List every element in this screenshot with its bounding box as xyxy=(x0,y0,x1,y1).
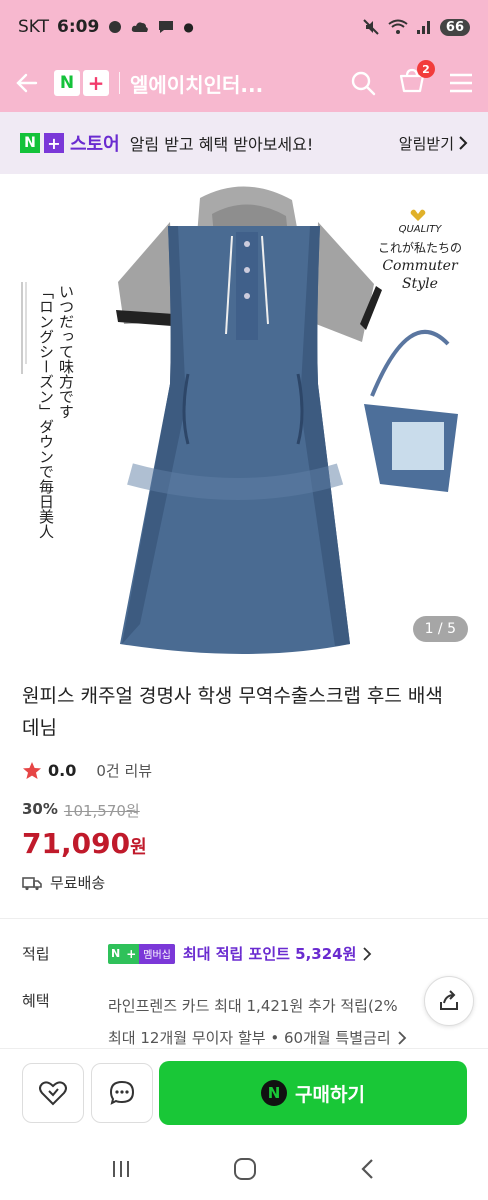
battery-badge: 66 xyxy=(439,18,470,36)
membership-badge: N + 멤버십 xyxy=(108,943,175,964)
mute-icon xyxy=(363,19,379,35)
menu-icon[interactable] xyxy=(448,72,474,94)
signal-icon xyxy=(416,21,430,34)
status-bar: SKT 6:09 ● 66 xyxy=(0,0,488,54)
chevron-right-icon xyxy=(459,136,468,150)
image-text-quality: QUALITY xyxy=(399,224,443,235)
app-header: N + 엘에이치인터... 2 xyxy=(0,54,488,112)
subscribe-alerts-button[interactable]: 알림받기 xyxy=(399,133,468,154)
wishlist-button[interactable] xyxy=(22,1063,84,1123)
naver-store-logo: N + 스토어 xyxy=(20,130,120,156)
cloud-icon xyxy=(132,22,149,32)
benefit-line-1: 라인프렌즈 카드 최대 1,421원 추가 적립(2% xyxy=(108,997,398,1015)
store-logo-plus: + xyxy=(44,133,64,153)
cart-button[interactable]: 2 xyxy=(398,60,435,98)
image-text-style: Style xyxy=(402,276,438,292)
search-icon[interactable] xyxy=(350,70,376,96)
review-count[interactable]: 0건 리뷰 xyxy=(96,760,152,781)
rating-score: 0.0 xyxy=(48,761,77,780)
more-dot-icon: ● xyxy=(183,20,194,34)
price-block: 30% 101,570원 71,090원 xyxy=(22,800,147,860)
chat-icon xyxy=(109,1080,135,1105)
rating-summary[interactable]: 0.0 0건 리뷰 xyxy=(22,760,152,781)
nplus-logo[interactable]: N + xyxy=(54,70,109,96)
section-divider xyxy=(0,918,488,919)
system-navigation-bar xyxy=(0,1138,488,1200)
recent-apps-icon[interactable] xyxy=(110,1158,132,1180)
points-label: 적립 xyxy=(22,945,50,963)
heart-icon xyxy=(39,1081,67,1106)
message-icon xyxy=(159,21,174,33)
chevron-right-icon xyxy=(363,946,372,961)
store-brand-name: 스토어 xyxy=(70,134,120,155)
sale-price: 71,090원 xyxy=(22,827,147,860)
star-icon xyxy=(23,761,41,779)
sale-price-unit: 원 xyxy=(130,837,147,858)
subscribe-label: 알림받기 xyxy=(398,134,454,153)
chevron-right-icon xyxy=(398,1031,406,1045)
image-text-commuter: Commuter xyxy=(382,258,459,274)
logo-plus: + xyxy=(83,70,109,96)
image-text-vertical-1: いつだって味方です xyxy=(57,284,75,419)
shipping-label: 무료배송 xyxy=(50,874,106,892)
notification-icon xyxy=(109,21,122,33)
share-button[interactable] xyxy=(424,976,474,1026)
product-name: 원피스 캐주얼 경명사 학생 무역수출스크랩 후드 배색 데님 xyxy=(22,685,443,739)
product-image-carousel[interactable]: いつだって味方です 「ロングシーズン」ダウンで毎日美人 QUALITY これが私… xyxy=(0,174,488,664)
back-arrow-icon[interactable] xyxy=(14,70,40,96)
shipping-info: 무료배송 xyxy=(22,872,105,893)
image-text-vertical-2: 「ロングシーズン」ダウンで毎日美人 xyxy=(37,284,55,539)
original-price: 101,570원 xyxy=(63,802,140,820)
truck-icon xyxy=(22,876,42,890)
buy-now-label: 구매하기 xyxy=(295,1083,365,1106)
banner-message: 알림 받고 혜택 받아보세요! xyxy=(129,135,314,154)
buy-now-button[interactable]: N 구매하기 xyxy=(159,1061,467,1125)
membership-badge-plus: + xyxy=(126,946,137,961)
store-logo-n: N xyxy=(20,133,40,153)
talk-button[interactable] xyxy=(91,1063,153,1123)
benefits-label: 혜택 xyxy=(22,992,50,1010)
store-title[interactable]: 엘에이치인터... xyxy=(130,69,263,98)
header-divider xyxy=(119,72,120,94)
logo-n: N xyxy=(54,70,80,96)
store-notification-banner: N + 스토어 알림 받고 혜택 받아보세요! 알림받기 xyxy=(0,112,488,174)
share-icon xyxy=(440,990,458,1010)
points-row[interactable]: 적립 N + 멤버십 최대 적립 포인트 5,324원 xyxy=(22,943,372,964)
wifi-icon xyxy=(388,19,408,34)
naver-pay-icon: N xyxy=(261,1080,288,1106)
benefits-row[interactable]: 혜택 라인프렌즈 카드 최대 1,421원 추가 적립(2% 최대 12개월 무… xyxy=(22,990,407,1054)
clock: 6:09 xyxy=(57,17,100,37)
home-icon[interactable] xyxy=(232,1156,258,1182)
max-points-text: 최대 적립 포인트 5,324원 xyxy=(182,945,357,963)
sale-price-value: 71,090 xyxy=(22,827,131,860)
image-counter: 1 / 5 xyxy=(412,616,468,642)
membership-badge-n: N xyxy=(111,947,121,960)
product-image: いつだって味方です 「ロングシーズン」ダウンで毎日美人 QUALITY これが私… xyxy=(21,186,462,654)
image-text-jp: これが私たちの xyxy=(378,240,462,255)
membership-badge-text: 멤버십 xyxy=(139,943,175,964)
purchase-bar: N 구매하기 xyxy=(0,1048,488,1138)
carrier: SKT xyxy=(18,17,50,37)
back-icon[interactable] xyxy=(358,1158,378,1180)
discount-rate: 30% xyxy=(22,800,58,818)
cart-count-badge: 2 xyxy=(417,60,435,78)
